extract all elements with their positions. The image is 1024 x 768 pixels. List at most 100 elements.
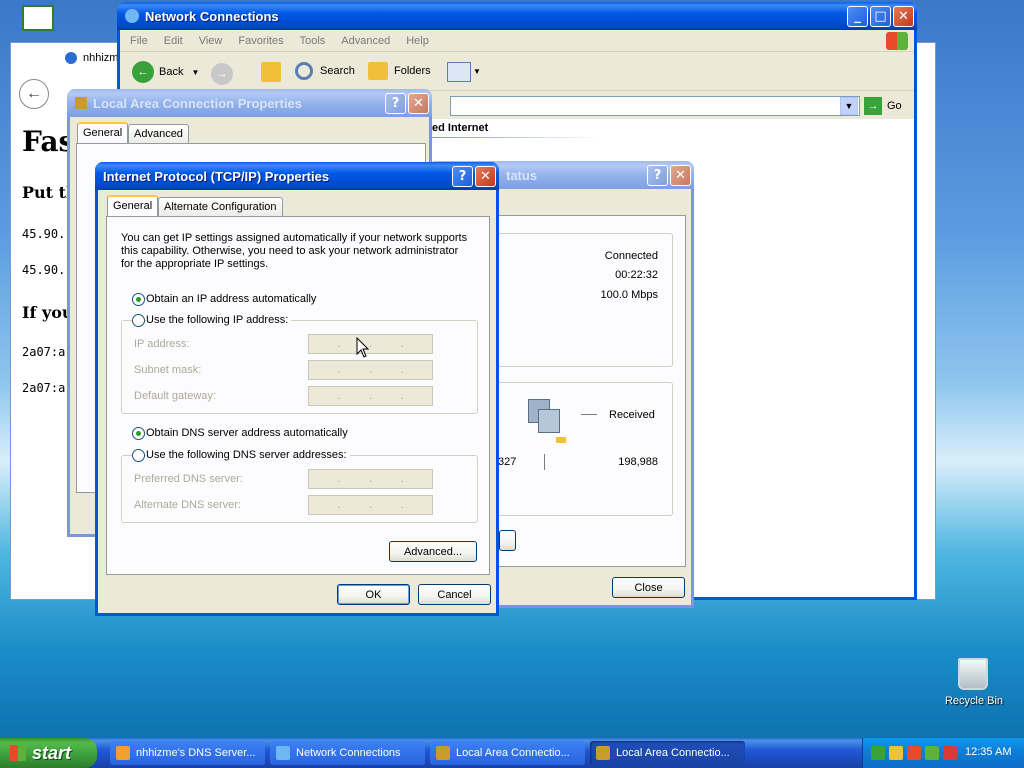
minimize-button[interactable]: _ (847, 6, 868, 27)
tab-alternate-configuration[interactable]: Alternate Configuration (158, 197, 283, 217)
tcpip-titlebar[interactable]: Internet Protocol (TCP/IP) Properties ? … (95, 162, 499, 190)
menu-view[interactable]: View (199, 35, 223, 47)
lac-titlebar[interactable]: Local Area Connection Properties ? ✕ (67, 89, 432, 117)
close-button[interactable]: ✕ (670, 165, 691, 186)
subnet-mask-field: ... (308, 360, 433, 380)
default-gateway-label: Default gateway: (134, 390, 216, 402)
connected-value: Connected (604, 250, 658, 262)
ip-address-field: ... (308, 334, 433, 354)
tcpip-title: Internet Protocol (TCP/IP) Properties (103, 168, 330, 184)
close-button[interactable]: ✕ (475, 166, 496, 187)
ip-line-3: 2a07:a (22, 345, 66, 359)
ok-button[interactable]: OK (337, 584, 410, 605)
taskbar-item-network-connections[interactable]: Network Connections (270, 741, 425, 765)
start-label: start (32, 742, 72, 763)
obtain-dns-auto-radio[interactable] (132, 427, 145, 440)
use-following-ip-label[interactable]: Use the following IP address: (146, 314, 292, 326)
address-bar[interactable] (450, 96, 860, 116)
obtain-ip-auto-radio[interactable] (132, 293, 145, 306)
help-button[interactable]: ? (385, 93, 406, 114)
network-icon (276, 746, 290, 760)
network-cable-icon (436, 746, 450, 760)
back-icon: ← (132, 61, 154, 83)
folders-icon (368, 62, 388, 80)
folders-button[interactable]: Folders (368, 62, 431, 80)
taskbar: start nhhizme's DNS Server... Network Co… (0, 738, 1024, 768)
tcpip-dialog[interactable]: Internet Protocol (TCP/IP) Properties ? … (95, 162, 499, 616)
tcpip-panel: You can get IP settings assigned automat… (106, 216, 490, 575)
go-icon: → (864, 97, 882, 115)
network-tray-icon[interactable] (871, 746, 885, 760)
advanced-button[interactable]: Advanced... (389, 541, 477, 562)
recycle-bin-icon[interactable] (958, 658, 988, 690)
forward-icon[interactable]: → (211, 63, 233, 85)
security-shield-icon[interactable] (907, 746, 921, 760)
use-following-dns-radio[interactable] (132, 449, 145, 462)
section-divider (432, 137, 602, 138)
speed-value: 100.0 Mbps (600, 289, 658, 301)
network-icon (125, 9, 139, 23)
taskbar-item-label: Local Area Connectio... (616, 747, 730, 759)
lac-title: Local Area Connection Properties (93, 95, 303, 111)
desktop-top-left-icon[interactable] (22, 5, 54, 31)
network-connections-title: Network Connections (145, 8, 279, 24)
preferred-dns-label: Preferred DNS server: (134, 473, 243, 485)
menu-favorites[interactable]: Favorites (238, 35, 283, 47)
network-connections-titlebar[interactable]: Network Connections _ □ ✕ (117, 2, 917, 30)
go-label: Go (887, 100, 902, 112)
views-icon[interactable] (447, 62, 471, 82)
start-button[interactable]: start (0, 738, 97, 768)
menu-edit[interactable]: Edit (164, 35, 183, 47)
duration-value: 00:22:32 (615, 269, 658, 281)
cancel-button[interactable]: Cancel (418, 584, 491, 605)
help-button[interactable]: ? (647, 165, 668, 186)
search-label: Search (320, 65, 355, 77)
back-button[interactable]: ← Back ▼ (132, 61, 199, 83)
lac-tab-advanced[interactable]: Advanced (128, 124, 189, 144)
search-button[interactable]: Search (295, 62, 355, 80)
tab-general[interactable]: General (107, 195, 159, 217)
use-following-dns-label[interactable]: Use the following DNS server addresses: (146, 449, 350, 461)
obtain-ip-auto-label[interactable]: Obtain an IP address automatically (146, 293, 316, 305)
address-dropdown-icon[interactable]: ▼ (840, 97, 858, 115)
menu-tools[interactable]: Tools (300, 35, 326, 47)
update-tray-icon[interactable] (925, 746, 939, 760)
help-button[interactable]: ? (452, 166, 473, 187)
lac-tab-general[interactable]: General (77, 122, 129, 144)
windows-logo-icon (10, 745, 26, 761)
tools-tray-icon[interactable] (889, 746, 903, 760)
preferred-dns-field: ... (308, 469, 433, 489)
folder-up-icon[interactable] (261, 62, 281, 82)
use-following-ip-radio[interactable] (132, 314, 145, 327)
network-cable-icon (596, 746, 610, 760)
properties-button-partial[interactable] (499, 530, 516, 551)
go-button[interactable]: → Go (864, 97, 902, 115)
alert-shield-icon[interactable] (943, 746, 957, 760)
views-chevron-icon[interactable]: ▼ (473, 67, 481, 76)
maximize-button[interactable]: □ (870, 6, 891, 27)
section-header: ed Internet (432, 122, 489, 134)
activity-line (581, 414, 597, 415)
windows-flag-icon (886, 32, 908, 50)
menu-help[interactable]: Help (406, 35, 429, 47)
search-icon (295, 62, 313, 80)
close-button[interactable]: ✕ (408, 93, 429, 114)
ip-line-1: 45.90. (22, 227, 66, 241)
menu-bar: File Edit View Favorites Tools Advanced … (120, 30, 914, 52)
menu-file[interactable]: File (130, 35, 148, 47)
network-computers-icon (526, 397, 566, 443)
close-button[interactable]: ✕ (893, 6, 914, 27)
received-label: Received (609, 409, 655, 421)
sent-value: 327 (498, 456, 517, 468)
network-cable-icon (75, 97, 87, 109)
back-arrow-icon[interactable]: ← (19, 79, 49, 109)
obtain-dns-auto-label[interactable]: Obtain DNS server address automatically (146, 427, 348, 439)
taskbar-item-lac-properties[interactable]: Local Area Connectio... (430, 741, 585, 765)
clock[interactable]: 12:35 AM (965, 746, 1011, 758)
status-close-button[interactable]: Close (612, 577, 685, 598)
taskbar-item-lac-status[interactable]: Local Area Connectio... (590, 741, 745, 765)
menu-advanced[interactable]: Advanced (341, 35, 390, 47)
activity-divider (544, 454, 545, 470)
toolbar: ← Back ▼ → Search Folders ▼ (120, 53, 914, 91)
taskbar-item-browser[interactable]: nhhizme's DNS Server... (110, 741, 265, 765)
